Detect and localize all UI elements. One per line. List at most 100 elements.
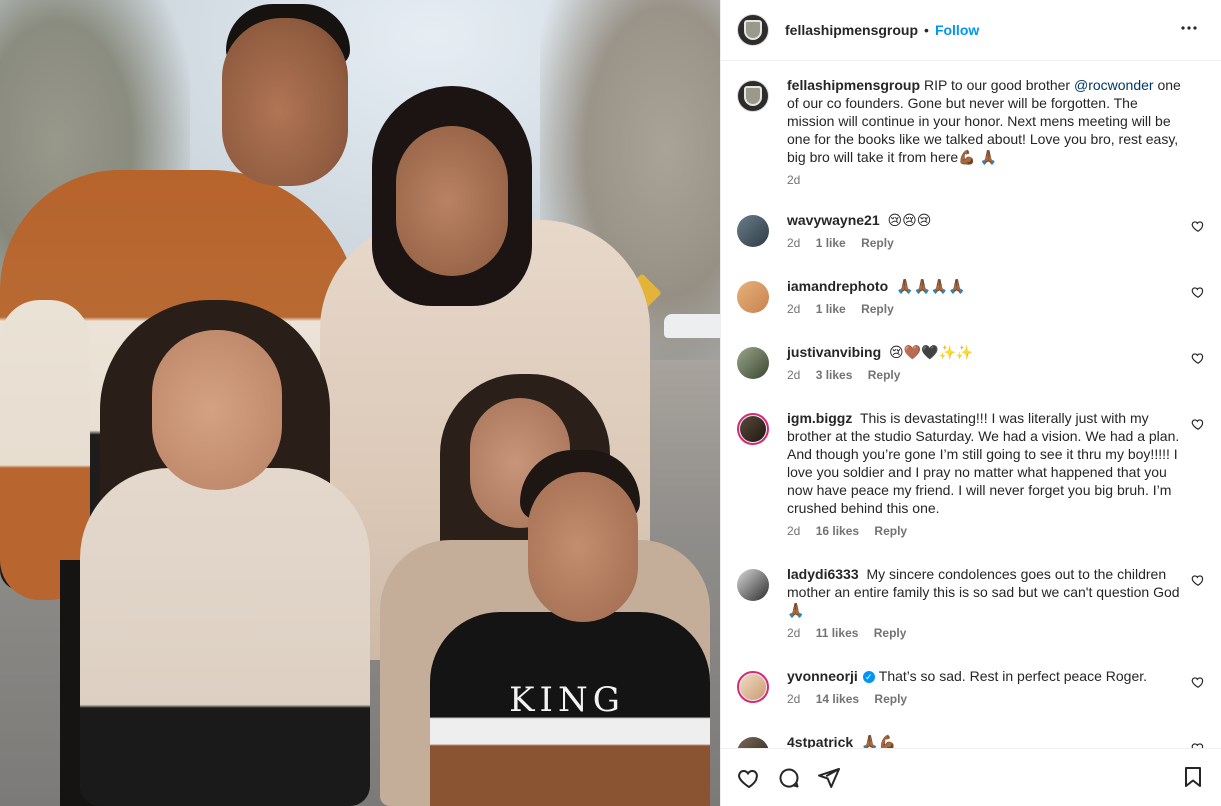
post-caption: fellashipmensgroup RIP to our good brothe…: [721, 76, 1221, 188]
account-username[interactable]: fellashipmensgroup: [785, 22, 918, 38]
comment-meta: 2d 11 likes Reply: [787, 625, 1181, 641]
comment-likes[interactable]: 3 likes: [816, 368, 853, 382]
comment-item: wavywayne21 😢😢😢 2d 1 like Reply: [721, 211, 1221, 251]
photo-man-face: [222, 18, 348, 186]
heart-icon: [738, 769, 758, 788]
comment-text: 🙏🏾💪🏾: [861, 734, 896, 748]
more-horizontal-icon: [1181, 26, 1197, 30]
photo-girl1-body: [80, 468, 370, 806]
comment-item: justivanvibing 😢🤎🖤✨✨ 2d 3 likes Reply: [721, 343, 1221, 383]
comment-meta: 2d 16 likes Reply: [787, 523, 1181, 539]
photo-car: [664, 314, 720, 338]
comment-reply-button[interactable]: Reply: [874, 626, 907, 640]
comment-likes[interactable]: 1 like: [816, 302, 846, 316]
comment-username[interactable]: yvonneorji: [787, 668, 858, 684]
story-ring-avatar: [740, 674, 766, 700]
comment-avatar[interactable]: [737, 281, 769, 313]
comment-likes[interactable]: 1 like: [816, 236, 846, 250]
comment-username[interactable]: igm.biggz: [787, 410, 852, 426]
comment-body: iamandrephoto 🙏🏾🙏🏾🙏🏾🙏🏾 2d 1 like Reply: [787, 277, 1181, 317]
comment-body: yvonneorji ✓ That’s so sad. Rest in perfec…: [787, 667, 1181, 707]
comment-time[interactable]: 2d: [787, 626, 800, 640]
photo-boy-face: [528, 472, 638, 622]
comment-meta: 2d 3 likes Reply: [787, 367, 1181, 383]
comment-likes[interactable]: 16 likes: [816, 524, 859, 538]
verified-badge-icon: ✓: [862, 671, 875, 684]
comment-username[interactable]: ladydi6333: [787, 566, 859, 582]
comment-username[interactable]: iamandrephoto: [787, 278, 888, 294]
share-button[interactable]: [817, 766, 841, 790]
comment-avatar[interactable]: [737, 215, 769, 247]
comment-reply-button[interactable]: Reply: [861, 236, 894, 250]
like-button[interactable]: [737, 766, 761, 790]
caption-text-start: RIP to our good brother: [924, 77, 1074, 93]
comment-meta: 2d 1 like Reply: [787, 235, 1181, 251]
heart-icon[interactable]: [1191, 417, 1205, 431]
photo-girl1-face: [152, 330, 282, 490]
comment-avatar[interactable]: [737, 671, 769, 703]
heart-icon[interactable]: [1191, 741, 1205, 748]
more-options-icon[interactable]: [1179, 18, 1199, 42]
comment-button[interactable]: [777, 766, 801, 790]
comment-meta: 2d 1 like Reply: [787, 301, 1181, 317]
comment-avatar[interactable]: [737, 347, 769, 379]
comment-meta: 2d 14 likes Reply: [787, 691, 1181, 707]
caption-time[interactable]: 2d: [787, 173, 800, 187]
comment-text: 😢😢😢: [887, 212, 932, 228]
comment-item: iamandrephoto 🙏🏾🙏🏾🙏🏾🙏🏾 2d 1 like Reply: [721, 277, 1221, 317]
comment-reply-button[interactable]: Reply: [861, 302, 894, 316]
comment-body: justivanvibing 😢🤎🖤✨✨ 2d 3 likes Reply: [787, 343, 1181, 383]
comment-time[interactable]: 2d: [787, 236, 800, 250]
heart-icon[interactable]: [1191, 573, 1205, 587]
comments-list[interactable]: fellashipmensgroup RIP to our good brothe…: [721, 62, 1221, 748]
caption-meta: 2d: [787, 172, 1181, 188]
comment-avatar[interactable]: [737, 737, 769, 748]
caption-mention-link[interactable]: @rocwonder: [1074, 77, 1154, 93]
post-header: fellashipmensgroup • Follow: [721, 0, 1221, 61]
comment-time[interactable]: 2d: [787, 524, 800, 538]
comment-text: That’s so sad. Rest in perfect peace Rog…: [878, 668, 1148, 684]
post-side-panel: fellashipmensgroup • Follow fellashipmen…: [720, 0, 1221, 806]
photo-teen-face: [396, 126, 508, 276]
comment-avatar[interactable]: [737, 413, 769, 445]
comment-avatar[interactable]: [737, 569, 769, 601]
comment-time[interactable]: 2d: [787, 368, 800, 382]
comment-reply-button[interactable]: Reply: [868, 368, 901, 382]
comment-item: igm.biggz This is devastating!!! I was l…: [721, 409, 1221, 539]
comment-likes[interactable]: 11 likes: [816, 626, 859, 640]
comment-reply-button[interactable]: Reply: [874, 692, 907, 706]
comment-text: 😢🤎🖤✨✨: [889, 344, 974, 360]
story-ring-avatar: [740, 416, 766, 442]
caption-body: fellashipmensgroup RIP to our good brothe…: [787, 76, 1181, 188]
heart-icon[interactable]: [1191, 675, 1205, 689]
comment-body: ladydi6333 My sincere condolences goes o…: [787, 565, 1181, 641]
photo-shirt-text: KING: [509, 680, 625, 720]
comment-username[interactable]: justivanvibing: [787, 344, 881, 360]
crest-logo-icon: [744, 86, 762, 106]
heart-icon[interactable]: [1191, 285, 1205, 299]
account-avatar[interactable]: [737, 14, 769, 46]
post-actions-bar: [721, 748, 1221, 806]
comment-item: 4stpatrick 🙏🏾💪🏾: [721, 733, 1221, 748]
photo-man-arm: [0, 300, 90, 600]
heart-icon[interactable]: [1191, 219, 1205, 233]
paper-plane-icon: [818, 767, 840, 788]
post-photo[interactable]: KING: [0, 0, 720, 806]
bookmark-icon[interactable]: [1181, 765, 1205, 789]
comment-time[interactable]: 2d: [787, 302, 800, 316]
caption-avatar[interactable]: [737, 80, 769, 112]
comment-item: yvonneorji ✓ That’s so sad. Rest in perfec…: [721, 667, 1221, 707]
follow-button[interactable]: Follow: [935, 22, 979, 38]
crest-logo-icon: [744, 20, 762, 40]
comment-username[interactable]: wavywayne21: [787, 212, 880, 228]
comment-username[interactable]: 4stpatrick: [787, 734, 853, 748]
comment-text: 🙏🏾🙏🏾🙏🏾🙏🏾: [896, 278, 966, 294]
comment-reply-button[interactable]: Reply: [874, 524, 907, 538]
comment-time[interactable]: 2d: [787, 692, 800, 706]
comment-bubble-icon: [779, 768, 799, 787]
comment-body: igm.biggz This is devastating!!! I was l…: [787, 409, 1181, 539]
caption-username[interactable]: fellashipmensgroup: [787, 77, 920, 93]
comment-likes[interactable]: 14 likes: [816, 692, 859, 706]
comment-body: 4stpatrick 🙏🏾💪🏾: [787, 733, 1181, 748]
heart-icon[interactable]: [1191, 351, 1205, 365]
